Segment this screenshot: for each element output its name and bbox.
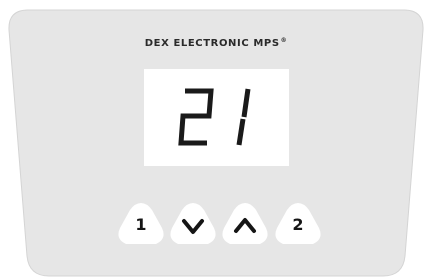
down-button[interactable] <box>169 201 217 246</box>
digit-1-segments <box>241 88 251 118</box>
digit-2-segments <box>178 88 214 146</box>
seven-segment-readout <box>178 88 251 146</box>
preset-1-label: 1 <box>135 215 147 234</box>
preset-1-button[interactable]: 1 <box>117 201 165 246</box>
brand-name: DEX ELECTRONIC MPS <box>144 38 280 49</box>
brand-label: DEX ELECTRONIC MPS® <box>0 37 432 49</box>
registered-mark: ® <box>280 37 288 44</box>
up-button[interactable] <box>221 201 269 246</box>
lcd-display: 21 <box>144 69 289 166</box>
preset-2-label: 2 <box>292 215 304 234</box>
preset-2-button[interactable]: 2 <box>274 201 322 246</box>
digit-1-segments-lower <box>236 118 246 146</box>
